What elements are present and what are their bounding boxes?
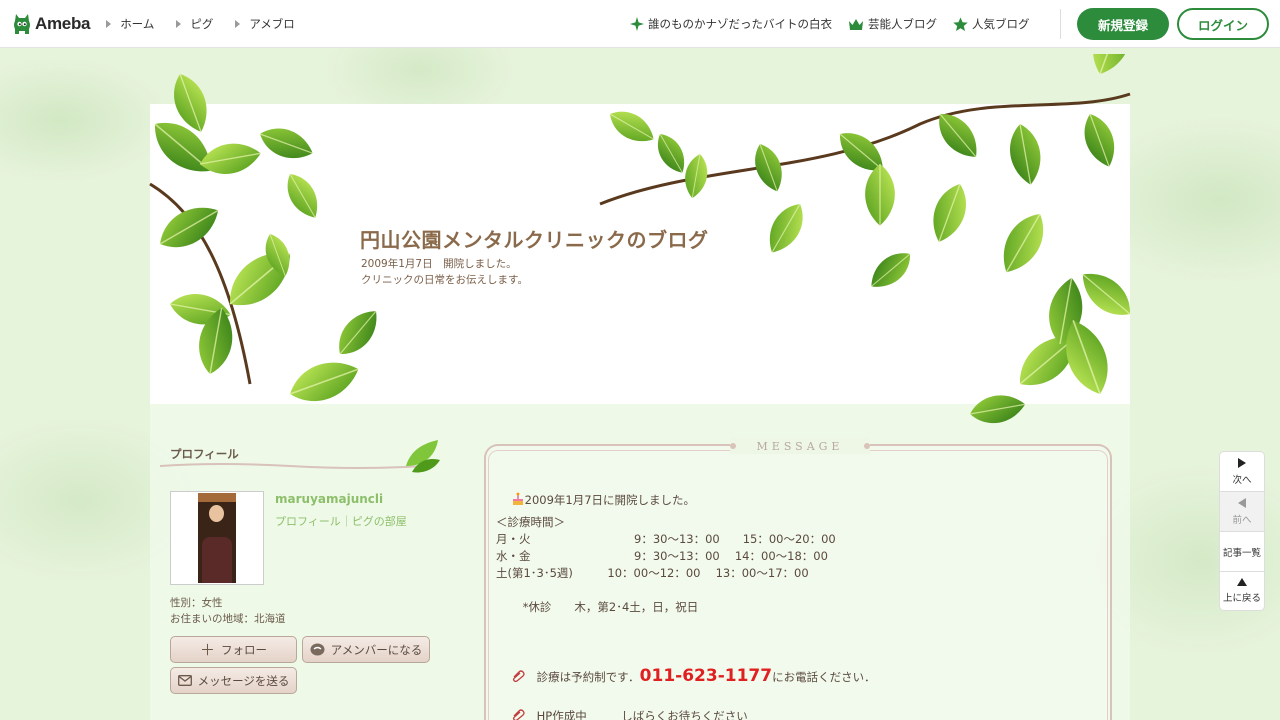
description-line: クリニックの日常をお伝えします。 xyxy=(361,274,528,286)
profile-region: お住まいの地域：北海道 xyxy=(170,613,286,625)
nav-label: 上に戻る xyxy=(1222,593,1261,604)
link-label: 誰のものかナゾだったバイトの白衣 xyxy=(648,17,832,31)
ameba-mascot-icon xyxy=(14,13,30,34)
hours-heading: ＜診療時間＞ xyxy=(496,515,565,529)
profile-heading: プロフィール xyxy=(170,447,239,461)
profile-links[interactable]: プロフィール｜ピグの部屋 xyxy=(275,513,407,529)
avatar xyxy=(198,493,236,583)
nav-item-home[interactable]: ホーム xyxy=(106,16,154,32)
opened-text: 2009年1月7日に開院しました。 xyxy=(524,493,696,507)
nav-label: 記事一覧 xyxy=(1222,547,1261,559)
profile-avatar-frame[interactable] xyxy=(170,491,264,585)
reservation-line: 診療は予約制です．011-623-1177にお電話ください． xyxy=(496,652,876,700)
hp-text: HP作成中 しばらくお待ちください xyxy=(536,709,748,720)
button-label: メッセージを送る xyxy=(197,673,290,688)
header-divider xyxy=(1060,9,1061,39)
crown-icon xyxy=(849,18,863,30)
phone-number[interactable]: 011-623-1177 xyxy=(640,666,772,686)
heading-underline xyxy=(160,463,425,469)
amember-button[interactable]: アメンバーになる xyxy=(302,636,430,663)
arrow-right-icon xyxy=(106,19,112,28)
popular-blog-link[interactable]: 人気ブログ xyxy=(953,16,1030,32)
hours-sat: 土(第1･3･5週) 10：00～12：00 13：00～17：00 xyxy=(496,566,809,580)
message-heading: MESSAGE xyxy=(730,438,870,454)
ameba-logo[interactable]: Ameba xyxy=(12,12,90,36)
logo-text: Ameba xyxy=(35,13,91,33)
arrow-right-icon xyxy=(235,19,241,28)
global-header: Ameba ホーム ピグ アメブロ 誰のものかナゾだったバイトの白衣 芸能人ブロ… xyxy=(0,0,1280,48)
trending-article-link[interactable]: 誰のものかナゾだったバイトの白衣 xyxy=(630,16,832,32)
amember-icon xyxy=(310,643,325,655)
celebrity-blog-link[interactable]: 芸能人ブログ xyxy=(848,16,937,32)
link-label: 人気ブログ xyxy=(972,17,1030,31)
profile-gender: 性別：女性 xyxy=(170,597,223,609)
blog-description: 2009年1月7日 開院しました。 クリニックの日常をお伝えします。 xyxy=(361,256,528,288)
next-article-button[interactable]: 次へ xyxy=(1219,451,1265,491)
hp-line: HP作成中 しばらくお待ちください xyxy=(496,694,748,720)
send-message-button[interactable]: メッセージを送る xyxy=(170,667,297,694)
article-list-button[interactable]: 記事一覧 xyxy=(1219,531,1265,571)
follow-button[interactable]: ＋ フォロー xyxy=(170,636,297,663)
cake-icon xyxy=(512,492,523,505)
blog-header: 円山公園メンタルクリニックのブログ 2009年1月7日 開院しました。 クリニッ… xyxy=(142,54,1140,428)
login-button[interactable]: ログイン xyxy=(1177,8,1269,40)
back-to-top-button[interactable]: 上に戻る xyxy=(1219,571,1265,611)
plus-icon: ＋ xyxy=(199,641,215,659)
hours-mon-tue: 月・火 9：30～13：00 15：00～20：00 xyxy=(496,532,836,546)
mail-icon xyxy=(177,675,192,686)
nav-item-ameblo[interactable]: アメブロ xyxy=(235,16,295,32)
button-label: アメンバーになる xyxy=(330,642,423,657)
paperclip-icon xyxy=(512,709,525,720)
arrow-right-icon xyxy=(1238,457,1246,468)
star-icon xyxy=(953,17,968,31)
nav-label: ピグ xyxy=(190,16,214,31)
blog-title[interactable]: 円山公園メンタルクリニックのブログ xyxy=(360,224,709,253)
nav-label: ホーム xyxy=(120,16,155,31)
header-right-links: 誰のものかナゾだったバイトの白衣 芸能人ブログ 人気ブログ xyxy=(630,0,1046,48)
profile-info: 性別：女性 お住まいの地域：北海道 xyxy=(170,595,286,627)
link-label: 芸能人ブログ xyxy=(868,17,937,31)
button-label: フォロー xyxy=(221,642,267,657)
nav-label: アメブロ xyxy=(249,16,295,31)
sparkle-icon xyxy=(630,17,644,31)
description-line: 2009年1月7日 開院しました。 xyxy=(361,258,517,270)
arrow-left-icon xyxy=(1238,497,1246,508)
prev-article-button[interactable]: 前へ xyxy=(1219,491,1265,531)
article-side-nav: 次へ 前へ 記事一覧 上に戻る xyxy=(1219,451,1265,611)
closed-days: *休診 木，第2･4土，日，祝日 xyxy=(496,600,699,614)
reservation-text-after: にお電話ください． xyxy=(772,670,876,684)
global-nav: ホーム ピグ アメブロ xyxy=(106,16,317,32)
register-button[interactable]: 新規登録 xyxy=(1077,8,1169,40)
nav-label: 前へ xyxy=(1232,514,1252,526)
nav-label: 次へ xyxy=(1232,474,1252,486)
arrow-right-icon xyxy=(176,19,182,28)
hours-wed-fri: 水・金 9：30～13：00 14：00～18：00 xyxy=(496,549,828,563)
reservation-text: 診療は予約制です． xyxy=(536,670,640,684)
arrow-up-icon xyxy=(1237,578,1247,586)
nav-item-pigg[interactable]: ピグ xyxy=(176,16,213,32)
paperclip-icon xyxy=(512,670,525,683)
profile-username[interactable]: maruyamajuncli xyxy=(275,492,383,506)
leaf-icon xyxy=(406,440,440,473)
